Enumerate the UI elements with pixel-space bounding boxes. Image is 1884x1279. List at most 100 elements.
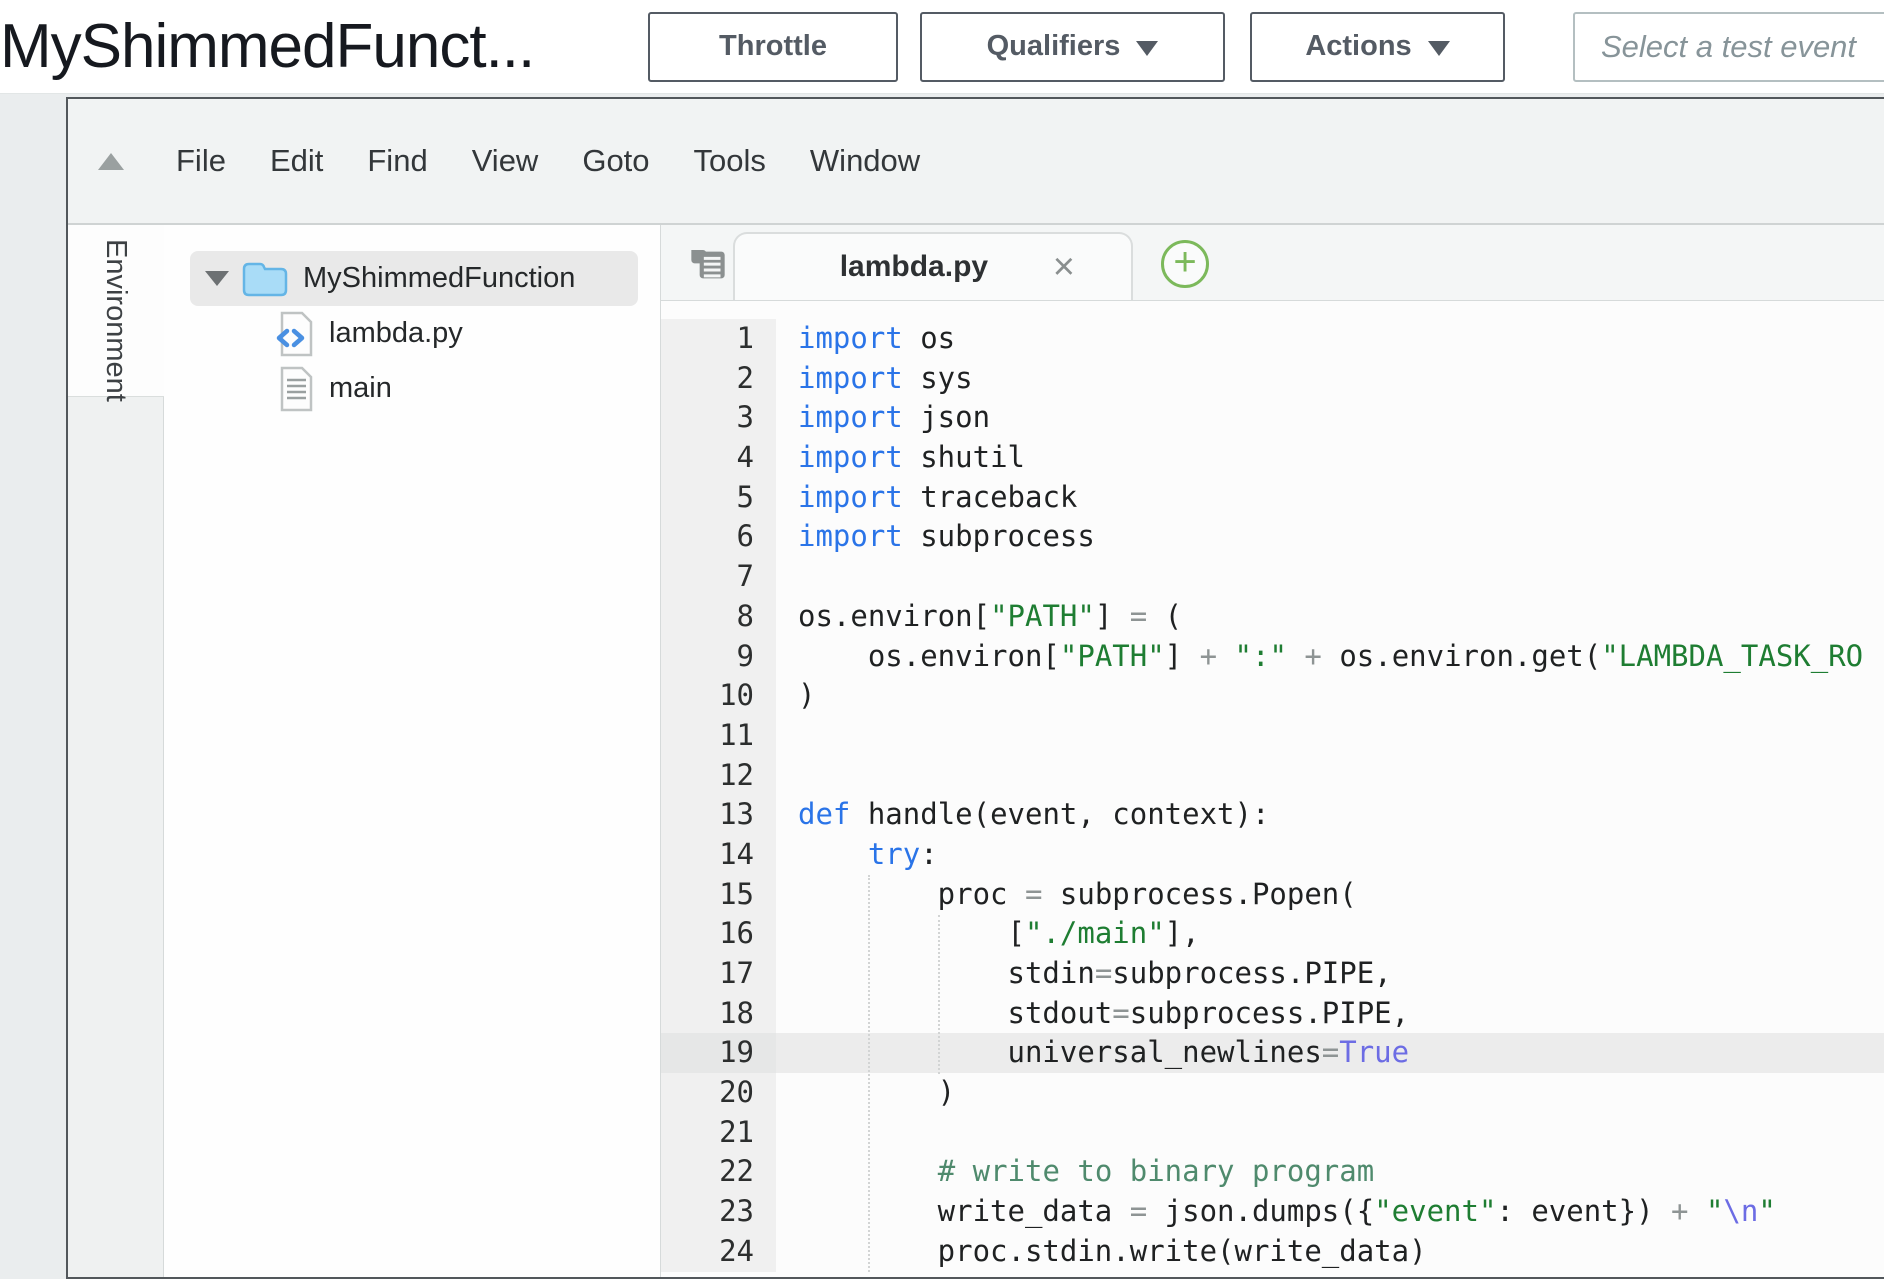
menu-file[interactable]: File: [176, 143, 226, 179]
line-number[interactable]: 10: [661, 676, 776, 716]
code-line[interactable]: 15 proc = subprocess.Popen(: [661, 875, 1884, 915]
close-tab-icon[interactable]: ×: [1053, 248, 1075, 286]
code-text: universal_newlines=True: [776, 1033, 1884, 1073]
indent-guide: [868, 875, 870, 1272]
code-text: [776, 756, 1884, 796]
line-number[interactable]: 19: [661, 1033, 776, 1073]
folder-icon: [241, 260, 289, 298]
line-number[interactable]: 15: [661, 875, 776, 915]
new-tab-icon[interactable]: +: [1161, 240, 1209, 288]
line-number[interactable]: 6: [661, 517, 776, 557]
function-header: MyShimmedFunct... Throttle Qualifiers Ac…: [0, 0, 1884, 94]
throttle-button[interactable]: Throttle: [648, 12, 898, 82]
menu-edit[interactable]: Edit: [270, 143, 323, 179]
code-area[interactable]: 1import os2import sys3import json4import…: [661, 301, 1884, 1277]
chevron-expanded-icon[interactable]: [205, 271, 229, 286]
code-text: ["./main"],: [776, 914, 1884, 954]
line-number[interactable]: 17: [661, 954, 776, 994]
code-text: # write to binary program: [776, 1152, 1884, 1192]
code-text: stdin=subprocess.PIPE,: [776, 954, 1884, 994]
throttle-button-label: Throttle: [719, 30, 827, 63]
line-number[interactable]: 18: [661, 994, 776, 1034]
line-number[interactable]: 5: [661, 478, 776, 518]
tree-folder-label: MyShimmedFunction: [303, 262, 575, 295]
menu-view[interactable]: View: [472, 143, 539, 179]
code-text: stdout=subprocess.PIPE,: [776, 994, 1884, 1034]
qualifiers-dropdown-button[interactable]: Qualifiers: [920, 12, 1225, 82]
collapse-panel-icon[interactable]: [98, 153, 124, 170]
line-number[interactable]: 11: [661, 716, 776, 756]
code-editor-panel: File Edit Find View Goto Tools Window En…: [66, 97, 1884, 1279]
line-number[interactable]: 16: [661, 914, 776, 954]
tab-list-icon[interactable]: [687, 245, 729, 285]
code-text: import traceback: [776, 478, 1884, 518]
chevron-down-icon: [1428, 41, 1450, 56]
menu-find[interactable]: Find: [367, 143, 427, 179]
line-number[interactable]: 20: [661, 1073, 776, 1113]
code-text: ): [776, 676, 1884, 716]
menu-tools[interactable]: Tools: [694, 143, 766, 179]
menu-window[interactable]: Window: [810, 143, 920, 179]
code-text: try:: [776, 835, 1884, 875]
code-text: import sys: [776, 359, 1884, 399]
code-line[interactable]: 9 os.environ["PATH"] + ":" + os.environ.…: [661, 637, 1884, 677]
code-line[interactable]: 14 try:: [661, 835, 1884, 875]
menu-goto[interactable]: Goto: [582, 143, 649, 179]
test-event-placeholder: Select a test event: [1601, 29, 1856, 65]
line-number[interactable]: 13: [661, 795, 776, 835]
code-text: ): [776, 1073, 1884, 1113]
line-number[interactable]: 2: [661, 359, 776, 399]
code-line[interactable]: 8os.environ["PATH"] = (: [661, 597, 1884, 637]
code-line[interactable]: 17 stdin=subprocess.PIPE,: [661, 954, 1884, 994]
code-text: import os: [776, 319, 1884, 359]
code-line[interactable]: 4import shutil: [661, 438, 1884, 478]
code-line[interactable]: 2import sys: [661, 359, 1884, 399]
actions-button-label: Actions: [1305, 30, 1411, 63]
tree-row-lambda-py[interactable]: lambda.py: [164, 306, 660, 361]
code-text: os.environ["PATH"] + ":" + os.environ.ge…: [776, 637, 1884, 677]
line-number[interactable]: 1: [661, 319, 776, 359]
line-number[interactable]: 4: [661, 438, 776, 478]
line-number[interactable]: 23: [661, 1192, 776, 1232]
code-line[interactable]: 11: [661, 716, 1884, 756]
code-line[interactable]: 23 write_data = json.dumps({"event": eve…: [661, 1192, 1884, 1232]
code-text: import json: [776, 398, 1884, 438]
code-line[interactable]: 5import traceback: [661, 478, 1884, 518]
code-line[interactable]: 19 universal_newlines=True: [661, 1033, 1884, 1073]
actions-dropdown-button[interactable]: Actions: [1250, 12, 1505, 82]
code-line[interactable]: 18 stdout=subprocess.PIPE,: [661, 994, 1884, 1034]
code-line[interactable]: 13def handle(event, context):: [661, 795, 1884, 835]
code-line[interactable]: 3import json: [661, 398, 1884, 438]
code-line[interactable]: 16 ["./main"],: [661, 914, 1884, 954]
test-event-select[interactable]: Select a test event: [1573, 12, 1884, 82]
left-tab-strip: Environment: [68, 225, 164, 1277]
code-line[interactable]: 21: [661, 1113, 1884, 1153]
code-text: proc = subprocess.Popen(: [776, 875, 1884, 915]
code-line[interactable]: 22 # write to binary program: [661, 1152, 1884, 1192]
code-line[interactable]: 1import os: [661, 319, 1884, 359]
code-text: [776, 716, 1884, 756]
file-tree: MyShimmedFunction lambda.py main: [164, 225, 661, 1277]
code-line[interactable]: 20 ): [661, 1073, 1884, 1113]
line-number[interactable]: 3: [661, 398, 776, 438]
editor-pane: lambda.py × + 1import os2import sys3impo…: [661, 225, 1884, 1277]
qualifiers-button-label: Qualifiers: [987, 30, 1121, 63]
code-text: os.environ["PATH"] = (: [776, 597, 1884, 637]
tab-lambda-py[interactable]: lambda.py ×: [733, 232, 1133, 300]
code-line[interactable]: 6import subprocess: [661, 517, 1884, 557]
code-text: [776, 1113, 1884, 1153]
code-text: [776, 557, 1884, 597]
tree-row-main[interactable]: main: [164, 361, 660, 416]
line-number[interactable]: 9: [661, 637, 776, 677]
line-number[interactable]: 12: [661, 756, 776, 796]
tree-row-folder[interactable]: MyShimmedFunction: [190, 251, 638, 306]
code-line[interactable]: 10): [661, 676, 1884, 716]
editor-menubar: File Edit Find View Goto Tools Window: [68, 99, 1884, 225]
line-number[interactable]: 22: [661, 1152, 776, 1192]
line-number[interactable]: 21: [661, 1113, 776, 1153]
line-number[interactable]: 14: [661, 835, 776, 875]
line-number[interactable]: 7: [661, 557, 776, 597]
line-number[interactable]: 8: [661, 597, 776, 637]
code-line[interactable]: 12: [661, 756, 1884, 796]
code-line[interactable]: 7: [661, 557, 1884, 597]
